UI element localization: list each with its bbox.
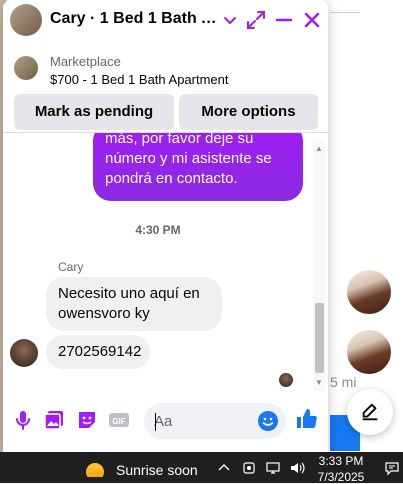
- photo-icon[interactable]: [42, 408, 66, 432]
- new-message-button[interactable]: [347, 389, 393, 435]
- gif-icon[interactable]: GIF: [107, 408, 131, 432]
- listing-thumbnail[interactable]: [14, 56, 38, 80]
- volume-icon[interactable]: [289, 460, 305, 476]
- minimize-icon[interactable]: [272, 8, 296, 32]
- chat-avatar[interactable]: [10, 4, 42, 36]
- message-list: más, por favor deje su número y mi asist…: [3, 133, 328, 391]
- background-distance-text: 5 mi: [330, 374, 357, 390]
- incoming-message[interactable]: 2702569142: [46, 335, 150, 369]
- scrollbar-thumb[interactable]: [315, 303, 324, 373]
- chat-head-avatar[interactable]: [345, 268, 393, 316]
- scroll-down-arrow-icon[interactable]: ▼: [315, 379, 323, 387]
- emoji-icon[interactable]: [256, 409, 280, 433]
- sender-name: Cary: [58, 260, 84, 274]
- mark-as-pending-button[interactable]: Mark as pending: [14, 94, 174, 130]
- listing-title[interactable]: $700 - 1 Bed 1 Bath Apartment: [50, 72, 229, 87]
- taskbar-time[interactable]: 3:33 PM: [318, 454, 364, 468]
- message-composer: GIF: [3, 391, 328, 452]
- read-receipt-avatar: [279, 373, 293, 387]
- chat-title[interactable]: Cary · 1 Bed 1 Bath Ap...: [50, 10, 218, 28]
- message-timestamp: 4:30 PM: [135, 223, 181, 237]
- text-caret: [155, 413, 156, 431]
- incoming-message[interactable]: Necesito uno aquí en owensvoro ky: [46, 277, 222, 331]
- background-divider: [330, 12, 360, 13]
- marketplace-label: Marketplace: [50, 54, 121, 69]
- thumbs-up-icon[interactable]: [295, 407, 319, 431]
- close-icon[interactable]: [300, 8, 324, 32]
- sticker-icon[interactable]: [75, 408, 99, 432]
- more-options-button[interactable]: More options: [179, 94, 318, 130]
- compose-icon: [362, 403, 378, 421]
- marketplace-banner: Marketplace $700 - 1 Bed 1 Bath Apartmen…: [3, 40, 328, 133]
- scroll-up-arrow-icon[interactable]: ▲: [315, 145, 323, 153]
- chat-header: Cary · 1 Bed 1 Bath Ap...: [3, 0, 328, 40]
- meet-now-icon[interactable]: [241, 460, 257, 476]
- chat-head-avatar[interactable]: [345, 328, 393, 376]
- notifications-icon[interactable]: [384, 460, 400, 476]
- svg-text:GIF: GIF: [112, 417, 125, 426]
- chat-window: Cary · 1 Bed 1 Bath Ap... Marketplace $7…: [3, 0, 328, 452]
- outgoing-message[interactable]: más, por favor deje su número y mi asist…: [93, 133, 303, 201]
- weather-sun-icon[interactable]: [84, 459, 106, 481]
- expand-icon[interactable]: [244, 8, 268, 32]
- chevron-down-icon[interactable]: [218, 8, 242, 32]
- windows-taskbar: Sunrise soon 3:33 PM 7/3/2025: [0, 452, 403, 484]
- taskbar-date[interactable]: 7/3/2025: [314, 470, 368, 484]
- sender-avatar[interactable]: [10, 339, 38, 367]
- chevron-up-icon[interactable]: [216, 460, 232, 476]
- weather-text[interactable]: Sunrise soon: [116, 462, 198, 478]
- network-icon[interactable]: [265, 460, 281, 476]
- microphone-icon[interactable]: [11, 408, 35, 432]
